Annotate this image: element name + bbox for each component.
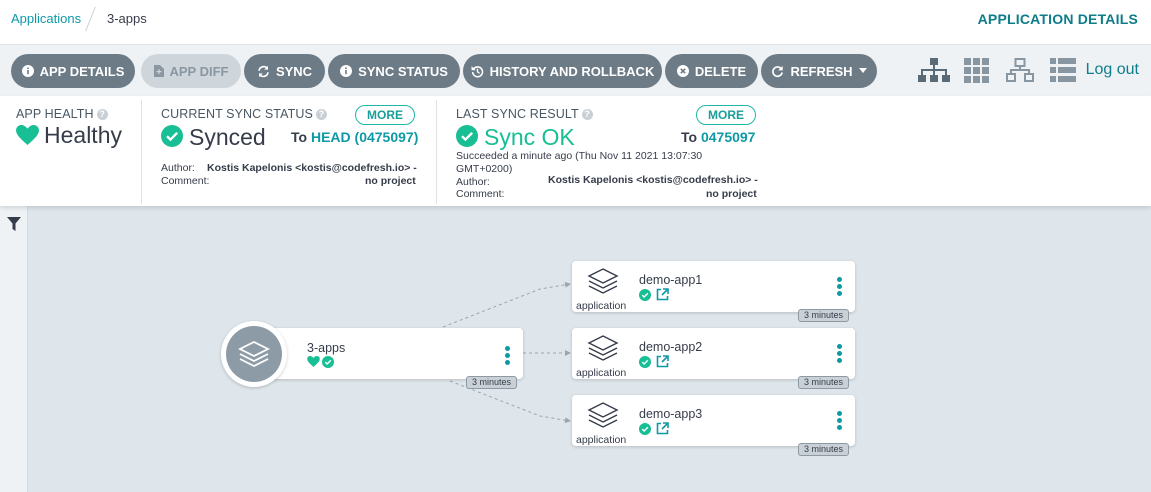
last-sync-revision-link[interactable]: 0475097	[701, 129, 756, 145]
last-sync-comment-label: Comment:	[456, 188, 505, 200]
delete-circle-icon	[676, 65, 689, 77]
node-menu-icon[interactable]	[837, 277, 843, 298]
sync-author: Kostis Kapelonis <kostis@codefresh.io> -	[207, 162, 417, 174]
refresh-label: REFRESH	[790, 63, 853, 79]
node-menu-icon[interactable]	[505, 346, 511, 367]
age-badge: 3 minutes	[798, 443, 850, 456]
last-sync-value: Sync OK	[484, 124, 575, 150]
child-app-node[interactable]: application demo-app1	[572, 261, 855, 312]
help-icon[interactable]: ?	[315, 109, 327, 120]
check-circle-icon	[456, 125, 478, 147]
node-kind: application	[576, 367, 627, 379]
status-panel: APP HEALTH? Healthy CURRENT SYNC STATUS?…	[0, 96, 1151, 206]
node-menu-icon[interactable]	[837, 344, 843, 365]
root-app-icon[interactable]	[221, 321, 287, 387]
external-link-icon[interactable]	[656, 288, 669, 301]
sync-revision-link[interactable]: HEAD (0475097)	[311, 129, 418, 145]
divider	[436, 100, 437, 204]
action-toolbar: APP DETAILS APP DIFF SYNC SYNC STATUS HI…	[0, 44, 1151, 96]
sync-button[interactable]: SYNC	[244, 54, 325, 88]
app-diff-button[interactable]: APP DIFF	[141, 54, 241, 88]
last-sync-author: Kostis Kapelonis <kostis@codefresh.io> -	[548, 174, 758, 186]
layers-icon	[587, 335, 619, 361]
sync-more-button[interactable]: MORE	[355, 105, 415, 125]
sync-comment-label: Comment:	[161, 175, 210, 187]
external-link-icon[interactable]	[656, 422, 669, 435]
tree-view-icon[interactable]	[918, 58, 950, 83]
age-badge: 3 minutes	[798, 309, 850, 322]
help-icon[interactable]: ?	[96, 109, 108, 120]
refresh-button[interactable]: REFRESH	[761, 54, 877, 88]
sync-target: To HEAD (0475097)	[291, 129, 419, 145]
app-diff-label: APP DIFF	[169, 63, 229, 79]
heart-icon	[16, 125, 39, 145]
check-circle-icon	[639, 289, 651, 301]
app-health-heading: APP HEALTH?	[16, 107, 108, 121]
app-details-button[interactable]: APP DETAILS	[11, 54, 135, 88]
layers-icon	[587, 402, 619, 428]
list-view-icon[interactable]	[1050, 58, 1076, 83]
network-view-icon[interactable]	[1006, 58, 1034, 83]
sync-status-label: SYNC STATUS	[358, 63, 448, 79]
child-app-node[interactable]: application demo-app2	[572, 328, 855, 379]
info-icon	[21, 65, 34, 77]
last-sync-comment: no project	[706, 188, 757, 200]
breadcrumb-separator	[85, 6, 96, 32]
health-value: Healthy	[44, 122, 122, 148]
sync-status-heading: CURRENT SYNC STATUS?	[161, 107, 327, 121]
sync-value: Synced	[189, 124, 266, 150]
sync-comment: no project	[365, 175, 416, 187]
check-circle-icon	[639, 356, 651, 368]
history-rollback-label: HISTORY AND ROLLBACK	[489, 63, 655, 79]
last-sync-heading: LAST SYNC RESULT?	[456, 107, 593, 121]
chevron-down-icon	[858, 68, 867, 73]
age-badge: 3 minutes	[798, 376, 850, 389]
check-circle-icon	[639, 423, 651, 435]
last-sync-time: Succeeded a minute ago (Thu Nov 11 2021 …	[456, 150, 703, 162]
node-name: 3-apps	[307, 341, 346, 355]
check-circle-icon	[161, 125, 183, 147]
sync-author-label: Author:	[161, 162, 195, 174]
file-diff-icon	[153, 65, 164, 77]
breadcrumb-applications[interactable]: Applications	[11, 11, 81, 26]
last-sync-time-tz: GMT+0200)	[456, 163, 513, 175]
page-title: APPLICATION DETAILS	[977, 11, 1138, 27]
node-kind: application	[576, 434, 627, 446]
history-icon	[471, 65, 483, 78]
last-sync-target: To 0475097	[681, 129, 756, 145]
node-name: demo-app2	[639, 340, 703, 354]
last-sync-more-button[interactable]: MORE	[696, 105, 756, 125]
help-icon[interactable]: ?	[581, 109, 593, 120]
top-bar: Applications 3-apps APPLICATION DETAILS	[0, 0, 1151, 44]
check-circle-icon	[322, 356, 334, 368]
root-app-node[interactable]: 3-apps	[254, 328, 523, 379]
info-icon	[340, 65, 353, 77]
node-menu-icon[interactable]	[837, 411, 843, 432]
refresh-icon	[772, 65, 784, 77]
heart-icon	[307, 356, 320, 367]
node-kind: application	[576, 300, 627, 312]
node-name: demo-app1	[639, 273, 703, 287]
sync-status-button[interactable]: SYNC STATUS	[328, 54, 460, 88]
resource-graph: 3-apps 3 minutes application demo-app1 3…	[0, 206, 1151, 492]
breadcrumb-current: 3-apps	[107, 11, 147, 26]
delete-label: DELETE	[694, 63, 747, 79]
pods-view-icon[interactable]	[964, 58, 990, 83]
history-rollback-button[interactable]: HISTORY AND ROLLBACK	[463, 54, 662, 88]
app-details-label: APP DETAILS	[39, 63, 125, 79]
layers-icon	[587, 268, 619, 294]
sync-icon	[258, 65, 269, 77]
layers-icon	[238, 340, 270, 368]
age-badge: 3 minutes	[466, 376, 518, 389]
external-link-icon[interactable]	[656, 355, 669, 368]
sync-label: SYNC	[275, 63, 313, 79]
logout-link[interactable]: Log out	[1086, 61, 1139, 79]
child-app-node[interactable]: application demo-app3	[572, 395, 855, 446]
divider	[141, 100, 142, 204]
node-name: demo-app3	[639, 407, 703, 421]
delete-button[interactable]: DELETE	[665, 54, 758, 88]
